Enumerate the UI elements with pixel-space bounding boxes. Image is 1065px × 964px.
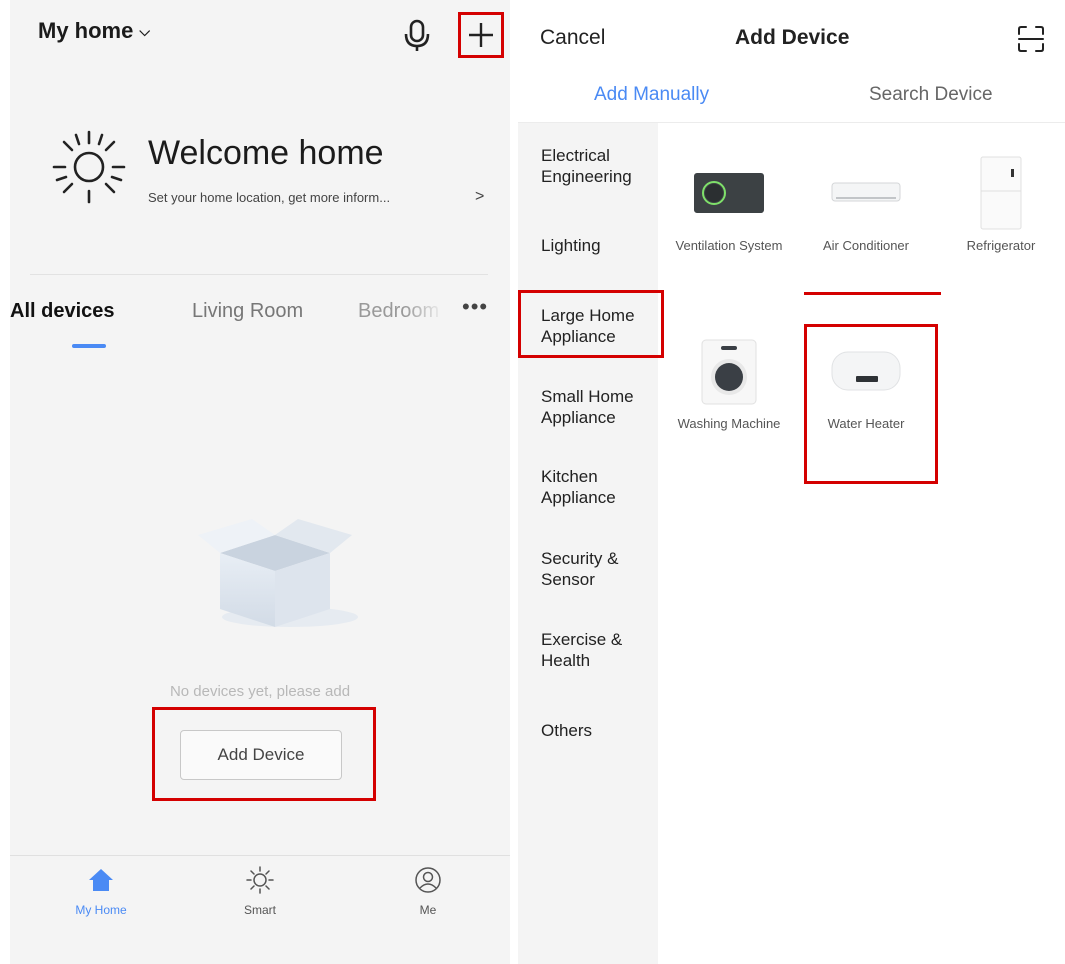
home-screen: My home ⌵ Welcome home Set your home loc… — [10, 0, 510, 964]
device-label: Washing Machine — [677, 416, 781, 431]
microphone-icon[interactable] — [402, 18, 432, 52]
more-icon[interactable]: ••• — [462, 294, 488, 320]
device-washing-machine[interactable]: Washing Machine — [670, 332, 788, 432]
empty-box-illustration — [198, 519, 358, 627]
scan-icon[interactable] — [1016, 24, 1046, 54]
device-air-conditioner[interactable]: Air Conditioner — [807, 154, 925, 254]
category-exercise-health[interactable]: Exercise & Health — [541, 629, 631, 671]
empty-state-text: No devices yet, please add — [169, 683, 351, 700]
chevron-right-icon[interactable]: > — [475, 188, 484, 206]
add-device-button[interactable]: Add Device — [180, 730, 342, 780]
add-device-screen: Cancel Add Device Add Manually Search De… — [518, 0, 1065, 964]
cancel-button[interactable]: Cancel — [540, 26, 605, 50]
home-selector[interactable]: My home ⌵ — [38, 18, 150, 44]
category-electrical-engineering[interactable]: Electrical Engineering — [541, 145, 651, 187]
page-title: Add Device — [735, 26, 850, 49]
category-others[interactable]: Others — [541, 720, 592, 741]
device-ventilation-system[interactable]: Ventilation System — [670, 154, 788, 254]
category-small-home-appliance[interactable]: Small Home Appliance — [541, 386, 651, 428]
sun-icon — [52, 130, 126, 204]
user-icon — [415, 867, 441, 893]
nav-me[interactable]: Me — [378, 866, 478, 917]
tab-living-room[interactable]: Living Room — [192, 300, 303, 323]
tab-add-manually[interactable]: Add Manually — [594, 84, 709, 106]
add-button[interactable] — [458, 12, 504, 58]
home-title-label: My home — [38, 18, 134, 43]
sun-icon — [246, 866, 274, 894]
washing-machine-icon — [701, 339, 757, 405]
nav-label: My Home — [75, 903, 127, 917]
air-conditioner-icon — [831, 182, 901, 202]
nav-label: Smart — [243, 903, 276, 917]
plus-icon — [469, 23, 493, 47]
air-conditioner-underline — [804, 292, 941, 295]
welcome-title: Welcome home — [148, 134, 384, 172]
tab-bedroom[interactable]: Bedroom — [358, 300, 444, 323]
divider — [10, 855, 510, 856]
category-lighting[interactable]: Lighting — [541, 235, 601, 256]
device-label: Refrigerator — [966, 238, 1036, 253]
nav-smart[interactable]: Smart — [210, 866, 310, 917]
chevron-down-icon: ⌵ — [139, 23, 150, 39]
nav-label: Me — [419, 903, 437, 917]
device-label: Ventilation System — [675, 238, 783, 253]
tab-search-device[interactable]: Search Device — [869, 84, 993, 106]
category-security-sensor[interactable]: Security & Sensor — [541, 548, 631, 590]
water-heater-highlight — [804, 324, 938, 484]
tab-all-devices[interactable]: All devices — [10, 300, 115, 323]
divider — [30, 274, 488, 275]
welcome-subtitle[interactable]: Set your home location, get more inform.… — [148, 190, 390, 205]
device-refrigerator[interactable]: Refrigerator — [942, 154, 1060, 254]
device-label: Air Conditioner — [823, 238, 909, 253]
category-highlight — [518, 290, 664, 358]
home-icon — [89, 869, 113, 891]
refrigerator-icon — [980, 156, 1022, 230]
ventilation-icon — [694, 173, 764, 213]
category-kitchen-appliance[interactable]: Kitchen Appliance — [541, 466, 631, 508]
active-tab-indicator — [72, 344, 106, 348]
nav-my-home[interactable]: My Home — [51, 866, 151, 917]
